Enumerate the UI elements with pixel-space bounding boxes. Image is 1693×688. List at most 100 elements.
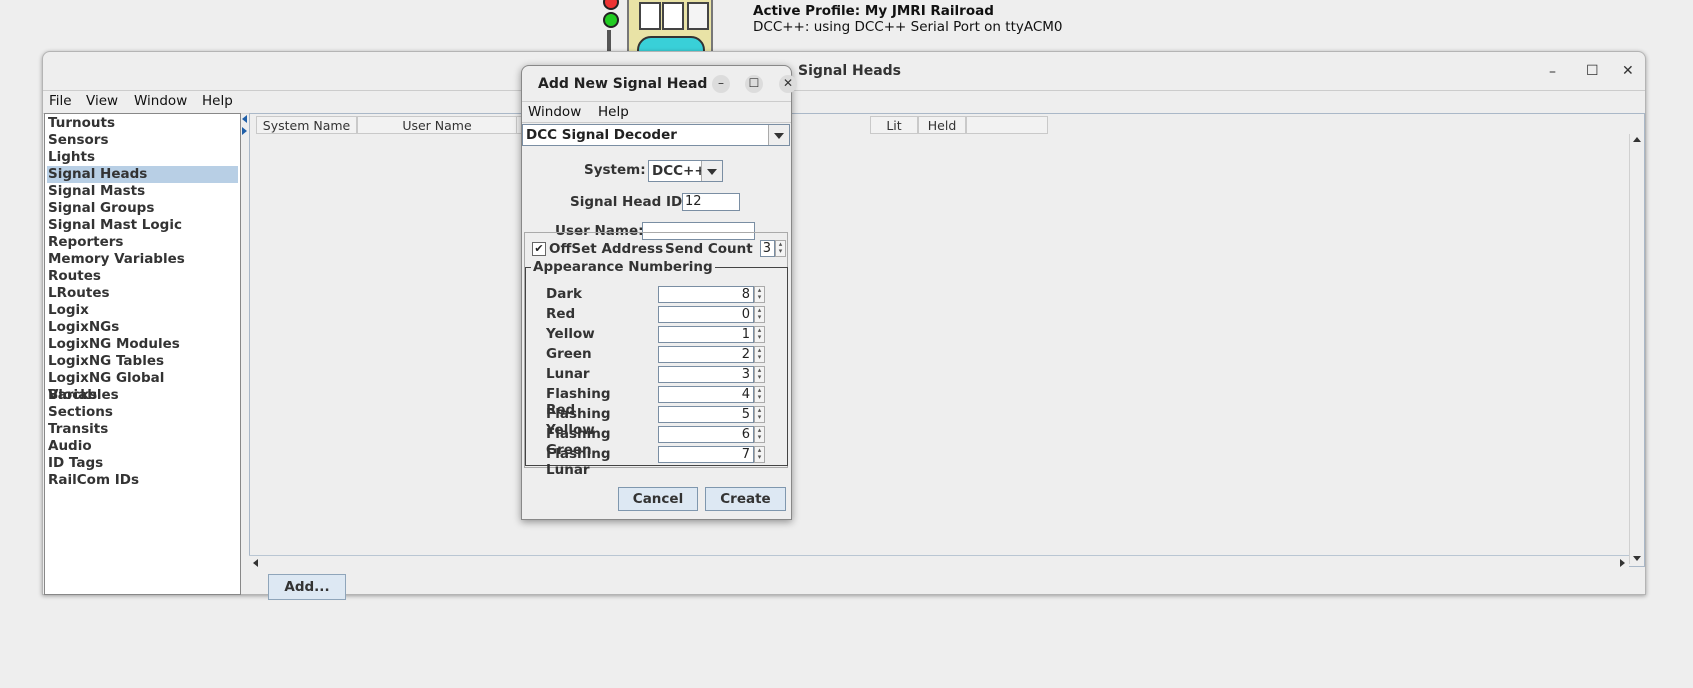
dialog-menu-help[interactable]: Help bbox=[598, 104, 629, 120]
appearance-label: Red bbox=[546, 306, 576, 322]
dialog-maximize-icon[interactable]: ☐ bbox=[745, 75, 763, 93]
send-count-label: Send Count bbox=[665, 241, 753, 257]
signal-head-id-field[interactable]: 12 bbox=[682, 193, 740, 211]
dialog-minimize-icon[interactable]: – bbox=[712, 75, 730, 93]
nav-item-sensors[interactable]: Sensors bbox=[47, 132, 238, 149]
appearance-stepper-icon[interactable]: ▴ ▾ bbox=[754, 326, 765, 343]
nav-item-lroutes[interactable]: LRoutes bbox=[47, 285, 238, 302]
nav-item-signal-heads[interactable]: Signal Heads bbox=[47, 166, 238, 183]
table-type-list: Turnouts Sensors Lights Signal Heads Signal … bbox=[44, 113, 241, 595]
signal-head-type-value: DCC Signal Decoder bbox=[526, 127, 677, 143]
send-count-spinner[interactable]: 3 bbox=[760, 240, 775, 257]
dialog-close-icon[interactable]: ✕ bbox=[779, 75, 797, 93]
nav-item-logixng-modules[interactable]: LogixNG Modules bbox=[47, 336, 238, 353]
nav-item-sections[interactable]: Sections bbox=[47, 404, 238, 421]
menu-file[interactable]: File bbox=[49, 93, 72, 109]
system-chevron-down-icon[interactable] bbox=[701, 161, 722, 181]
nav-item-audio[interactable]: Audio bbox=[47, 438, 238, 455]
nav-item-memory-variables[interactable]: Memory Variables bbox=[47, 251, 238, 268]
dialog-title: Add New Signal Head bbox=[538, 76, 708, 92]
menu-view[interactable]: View bbox=[86, 93, 118, 109]
close-icon[interactable]: ✕ bbox=[1622, 64, 1634, 78]
column-system-name[interactable]: System Name bbox=[256, 116, 357, 134]
appearance-value-spinner[interactable]: 2 bbox=[658, 346, 754, 363]
vertical-scrollbar[interactable] bbox=[1629, 134, 1644, 564]
scroll-right-icon[interactable] bbox=[1620, 559, 1625, 567]
appearance-value-spinner[interactable]: 7 bbox=[658, 446, 754, 463]
nav-item-railcom-ids[interactable]: RailCom IDs bbox=[47, 472, 238, 489]
appearance-stepper-icon[interactable]: ▴ ▾ bbox=[754, 386, 765, 403]
appearance-stepper-icon[interactable]: ▴ ▾ bbox=[754, 346, 765, 363]
split-pane-divider[interactable] bbox=[241, 113, 249, 593]
nav-item-lights[interactable]: Lights bbox=[47, 149, 238, 166]
appearance-label: Yellow bbox=[546, 326, 595, 342]
offset-address-label: OffSet Address bbox=[549, 241, 664, 257]
trolley-logo-icon bbox=[627, 0, 713, 54]
appearance-value-spinner[interactable]: 0 bbox=[658, 306, 754, 323]
appearance-value-spinner[interactable]: 6 bbox=[658, 426, 754, 443]
column-held[interactable]: Held bbox=[918, 116, 966, 134]
menu-window[interactable]: Window bbox=[134, 93, 187, 109]
appearance-stepper-icon[interactable]: ▴ ▾ bbox=[754, 446, 765, 463]
signal-head-type-select[interactable]: DCC Signal Decoder bbox=[522, 124, 790, 146]
appearance-value-spinner[interactable]: 3 bbox=[658, 366, 754, 383]
offset-address-checkbox[interactable]: ✔ bbox=[532, 242, 546, 256]
system-select[interactable]: DCC++ bbox=[648, 160, 723, 182]
window-title: Signal Heads bbox=[798, 63, 902, 79]
minimize-icon[interactable]: – bbox=[1549, 65, 1556, 79]
scroll-down-icon[interactable] bbox=[1633, 556, 1641, 561]
appearance-value-spinner[interactable]: 4 bbox=[658, 386, 754, 403]
maximize-icon[interactable]: ☐ bbox=[1586, 64, 1599, 78]
nav-item-turnouts[interactable]: Turnouts bbox=[47, 115, 238, 132]
add-signal-head-dialog: Add New Signal Head – ☐ ✕ Window Help DC… bbox=[521, 65, 797, 520]
nav-item-id-tags[interactable]: ID Tags bbox=[47, 455, 238, 472]
system-label: System: bbox=[584, 162, 646, 178]
nav-item-signal-groups[interactable]: Signal Groups bbox=[47, 200, 238, 217]
scroll-up-icon[interactable] bbox=[1633, 137, 1641, 142]
nav-item-transits[interactable]: Transits bbox=[47, 421, 238, 438]
horizontal-scrollbar[interactable] bbox=[249, 555, 1629, 570]
appearance-stepper-icon[interactable]: ▴ ▾ bbox=[754, 306, 765, 323]
nav-item-logixng-global-variables[interactable]: LogixNG Global Variables bbox=[47, 370, 238, 403]
appearance-stepper-icon[interactable]: ▴ ▾ bbox=[754, 366, 765, 383]
appearance-stepper-icon[interactable]: ▴ ▾ bbox=[754, 286, 765, 303]
create-button[interactable]: Create bbox=[705, 487, 786, 511]
appearance-value-spinner[interactable]: 1 bbox=[658, 326, 754, 343]
signal-heads-window: Signal Heads – ☐ ✕ File View Window Help… bbox=[42, 51, 1646, 600]
nav-item-reporters[interactable]: Reporters bbox=[47, 234, 238, 251]
nav-item-blocks[interactable]: Blocks bbox=[47, 387, 238, 404]
collapse-left-icon[interactable] bbox=[242, 115, 247, 123]
connection-text: DCC++: using DCC++ Serial Port on ttyACM… bbox=[753, 19, 1063, 35]
signal-head-table[interactable]: System Name User Name Lit Held bbox=[249, 113, 1645, 567]
appearance-stepper-icon[interactable]: ▴ ▾ bbox=[754, 426, 765, 443]
appearance-stepper-icon[interactable]: ▴ ▾ bbox=[754, 406, 765, 423]
appearance-label: Dark bbox=[546, 286, 582, 302]
nav-item-signal-masts[interactable]: Signal Masts bbox=[47, 183, 238, 200]
active-profile-text: Active Profile: My JMRI Railroad bbox=[753, 3, 994, 19]
column-lit[interactable]: Lit bbox=[870, 116, 918, 134]
menu-help[interactable]: Help bbox=[202, 93, 233, 109]
system-value: DCC++ bbox=[652, 163, 706, 179]
dialog-menu-window[interactable]: Window bbox=[528, 104, 581, 120]
appearance-label: Flashing Lunar bbox=[546, 446, 611, 478]
signal-icon bbox=[603, 0, 619, 28]
cancel-button[interactable]: Cancel bbox=[618, 487, 698, 511]
send-count-stepper-icon[interactable]: ▴ ▾ bbox=[775, 240, 786, 257]
nav-item-logixng-tables[interactable]: LogixNG Tables bbox=[47, 353, 238, 370]
nav-item-signal-mast-logic[interactable]: Signal Mast Logic bbox=[47, 217, 238, 234]
appearance-value-spinner[interactable]: 5 bbox=[658, 406, 754, 423]
column-user-name[interactable]: User Name bbox=[357, 116, 517, 134]
column-extra[interactable] bbox=[966, 116, 1048, 134]
nav-item-routes[interactable]: Routes bbox=[47, 268, 238, 285]
nav-item-logixngs[interactable]: LogixNGs bbox=[47, 319, 238, 336]
appearance-value-spinner[interactable]: 8 bbox=[658, 286, 754, 303]
expand-right-icon[interactable] bbox=[242, 127, 247, 135]
appearance-label: Green bbox=[546, 346, 592, 362]
scroll-left-icon[interactable] bbox=[253, 559, 258, 567]
add-button[interactable]: Add... bbox=[268, 574, 346, 600]
nav-item-logix[interactable]: Logix bbox=[47, 302, 238, 319]
appearance-label: Lunar bbox=[546, 366, 590, 382]
menu-bar bbox=[43, 90, 1645, 114]
title-bar[interactable]: Signal Heads – ☐ ✕ bbox=[43, 52, 1645, 90]
chevron-down-icon[interactable] bbox=[768, 125, 789, 145]
